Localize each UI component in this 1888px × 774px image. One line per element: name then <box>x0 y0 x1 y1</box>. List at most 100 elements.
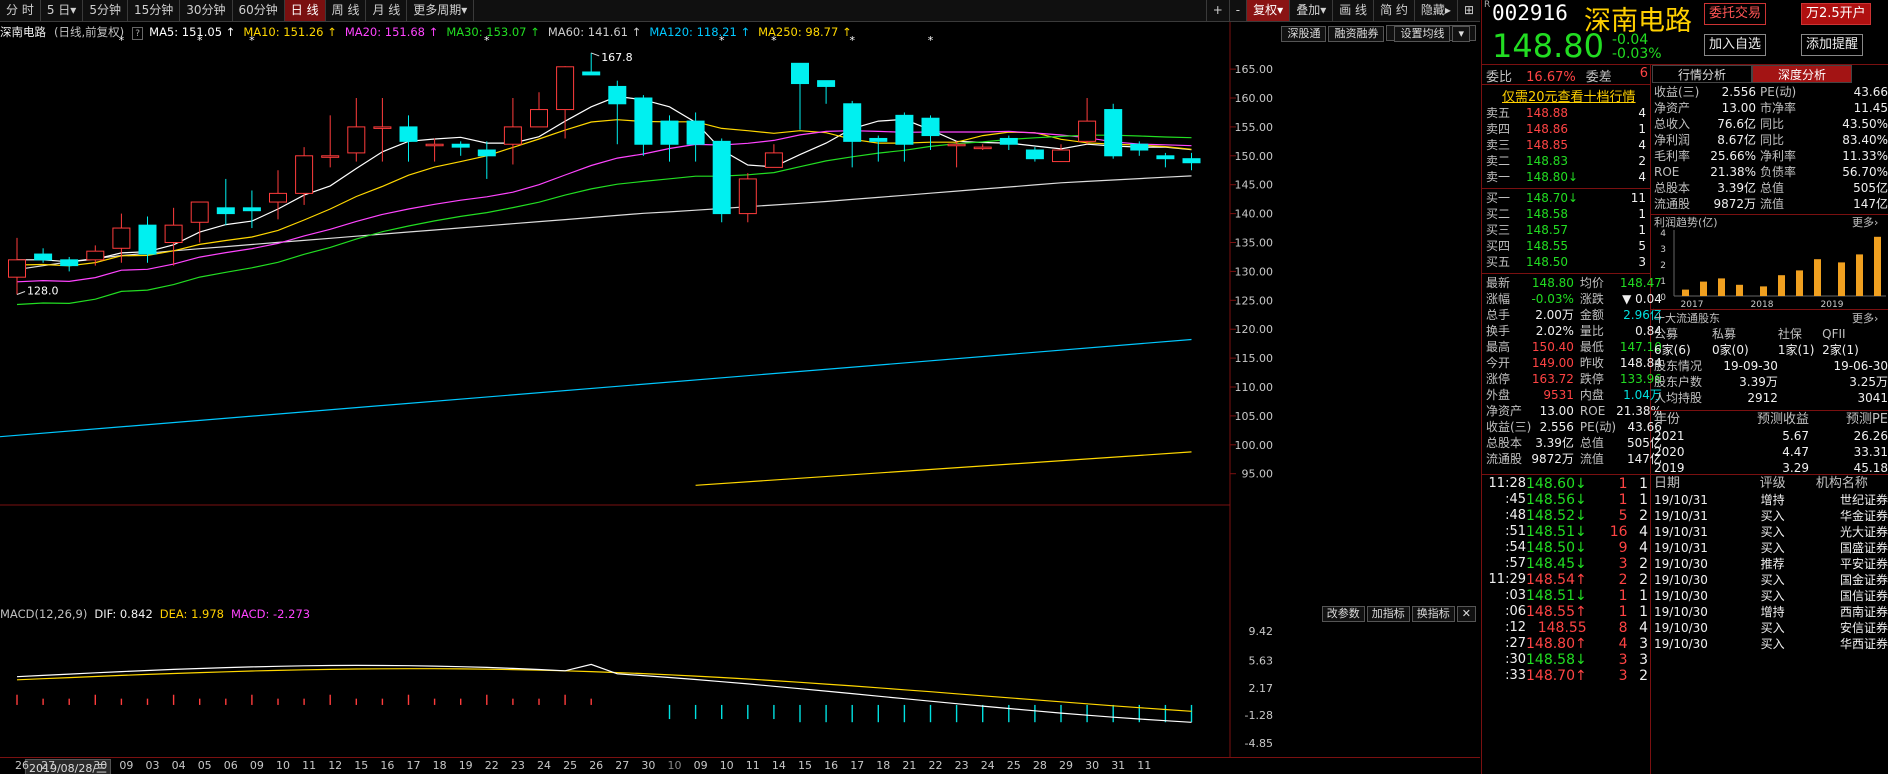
forecast-col: 预测收益 <box>1756 412 1809 427</box>
rating-row[interactable]: 19/10/30 买入 安信证券 <box>1654 620 1888 636</box>
rating-row[interactable]: 19/10/31 买入 国盛证券 <box>1654 540 1888 556</box>
candle <box>347 126 366 154</box>
holder-col: 私募 <box>1712 327 1737 341</box>
holder-val: 0家(0) <box>1712 343 1749 357</box>
candlestick-chart[interactable]: 165.00 160.00 155.00 150.00 145.00 140.00 135.… <box>0 0 1480 757</box>
trade-button[interactable]: 委托交易 <box>1704 3 1767 25</box>
rating-row[interactable]: 19/10/30 买入 国信证券 <box>1654 588 1888 604</box>
rating-row[interactable]: 19/10/30 买入 国金证券 <box>1654 572 1888 588</box>
tick-time: :51 <box>1505 524 1526 539</box>
buy-row[interactable]: 买二 148.58 1 <box>1486 206 1646 222</box>
buy-row[interactable]: 买一 148.70↓ 11 <box>1486 190 1646 206</box>
tick-count: 4 <box>1639 620 1648 636</box>
chevron-right-icon: › <box>1874 312 1879 325</box>
y-tick-label: 120.00 <box>1235 323 1274 336</box>
rating-org: 安信证券 <box>1839 621 1888 635</box>
rating-col: 评级 <box>1759 476 1786 491</box>
date-tick: 05 <box>197 759 212 772</box>
trend-year-label: 2019 <box>1821 300 1844 308</box>
stat-row: 收益(三) 2.556 PE(动) 43.66 <box>1486 419 1662 435</box>
book-label: 买二 <box>1486 207 1511 221</box>
price-change-pct: -0.03% <box>1612 46 1662 62</box>
rating-row[interactable]: 19/10/31 买入 华金证券 <box>1654 508 1888 524</box>
bid-ratio-label: 委比 <box>1486 70 1513 85</box>
candle <box>973 146 992 150</box>
y-tick-label: 150.00 <box>1235 150 1274 163</box>
sell-row[interactable]: 卖五 148.88 4 <box>1486 105 1646 121</box>
buy-row[interactable]: 买五 148.50 3 <box>1486 254 1646 270</box>
level2-promo-link[interactable]: 仅需20元查看十档行情 <box>1502 86 1636 105</box>
macd-label: MACD(12,26,9) <box>0 607 88 621</box>
stat-label: 最新 <box>1486 276 1511 290</box>
ma120-line <box>0 338 1192 438</box>
macd-y-label: -1.28 <box>1245 709 1273 722</box>
stat-label: 涨停 <box>1486 372 1511 386</box>
rating-row[interactable]: 19/10/31 增持 世纪证券 <box>1654 492 1888 508</box>
tick-count: 1 <box>1639 492 1648 508</box>
add-watchlist-button[interactable]: 加入自选 <box>1704 34 1767 56</box>
edit-params-button[interactable]: 改参数 <box>1321 606 1365 622</box>
sell-row[interactable]: 卖四 148.86 1 <box>1486 121 1646 137</box>
fund-value: 83.40% <box>1842 133 1888 147</box>
trend-bar <box>1682 289 1689 296</box>
holder-val: 3.25万 <box>1849 375 1888 389</box>
rating-row[interactable]: 19/10/31 买入 光大证券 <box>1654 524 1888 540</box>
buy-row[interactable]: 买三 148.57 1 <box>1486 222 1646 238</box>
buy-row[interactable]: 买四 148.55 5 <box>1486 238 1646 254</box>
fund-row: 收益(三) 2.556 PE(动) 43.66 <box>1654 84 1888 100</box>
date-tick: 12 <box>328 759 343 772</box>
holder-val: 2912 <box>1747 391 1778 405</box>
tab-depth-analysis[interactable]: 深度分析 <box>1752 65 1852 83</box>
fund-label: 同比 <box>1760 133 1785 147</box>
forecast-col: 预测PE <box>1845 412 1888 427</box>
open-account-button[interactable]: 万2.5开户 <box>1801 3 1871 25</box>
forecast-val: 26.26 <box>1853 429 1888 443</box>
sell-orders: 卖五 148.88 4 卖四 148.86 1 卖三 148.85 4 卖二 148.83 2 卖一 14… <box>1486 105 1646 185</box>
close-icon[interactable]: ✕ <box>1456 606 1476 622</box>
tick-time: 11:28 <box>1488 476 1526 491</box>
fund-row: 总股本 3.39亿 总值 505亿 <box>1654 180 1888 196</box>
low-marker <box>16 291 26 295</box>
fund-value: 8.67亿 <box>1717 133 1756 147</box>
forecast-val: 33.31 <box>1853 445 1888 459</box>
candle <box>60 259 79 267</box>
candle <box>582 71 601 76</box>
rating-row[interactable]: 19/10/30 推荐 平安证券 <box>1654 556 1888 572</box>
holder-label: 股东情况 <box>1654 359 1703 373</box>
stat-label: 净资产 <box>1486 404 1523 418</box>
rating-row[interactable]: 19/10/30 增持 西南证券 <box>1654 604 1888 620</box>
ratings-table: 日期 评级 机构名称 19/10/31 增持 世纪证券 19/10/31 买入 华金证券 19/1… <box>1654 476 1888 652</box>
fund-label: 总股本 <box>1654 181 1691 195</box>
rating-date: 19/10/31 <box>1654 541 1708 555</box>
tick-row: 11:29 148.54↑ 2 2 <box>1486 572 1648 588</box>
candle <box>164 224 183 244</box>
book-volume: 1 <box>1638 122 1646 136</box>
tick-count: 2 <box>1639 668 1648 684</box>
ma250-line <box>695 451 1192 486</box>
sell-row[interactable]: 卖二 148.83 2 <box>1486 153 1646 169</box>
date-tick: 24 <box>980 759 995 772</box>
event-marker: * <box>719 34 725 47</box>
rating-row[interactable]: 19/10/30 买入 华西证券 <box>1654 636 1888 652</box>
macd-y-label: -4.85 <box>1245 737 1273 750</box>
fund-value: 13.00 <box>1721 101 1756 115</box>
rating-grade: 增持 <box>1760 605 1785 619</box>
sell-row[interactable]: 卖一 148.80↓ 4 <box>1486 169 1646 185</box>
book-label: 卖一 <box>1486 170 1511 184</box>
add-alert-button[interactable]: 添加提醒 <box>1801 34 1864 56</box>
holder-val: 2家(1) <box>1822 343 1859 357</box>
sell-row[interactable]: 卖三 148.85 4 <box>1486 137 1646 153</box>
book-price: 148.50 <box>1526 255 1568 269</box>
book-volume: 2 <box>1638 154 1646 168</box>
book-price: 148.88 <box>1526 106 1568 120</box>
trend-bar <box>1760 286 1767 296</box>
tab-quote-analysis[interactable]: 行情分析 <box>1652 65 1752 83</box>
rating-grade: 买入 <box>1760 541 1785 555</box>
switch-indicator-button[interactable]: 换指标 <box>1411 606 1455 622</box>
candle <box>660 120 679 145</box>
candle <box>477 149 496 157</box>
tick-price: 148.56↓ <box>1526 492 1587 508</box>
add-indicator-button[interactable]: 加指标 <box>1366 606 1410 622</box>
date-tick: 24 <box>537 759 551 772</box>
holders-more[interactable]: 更多› <box>1852 310 1878 326</box>
